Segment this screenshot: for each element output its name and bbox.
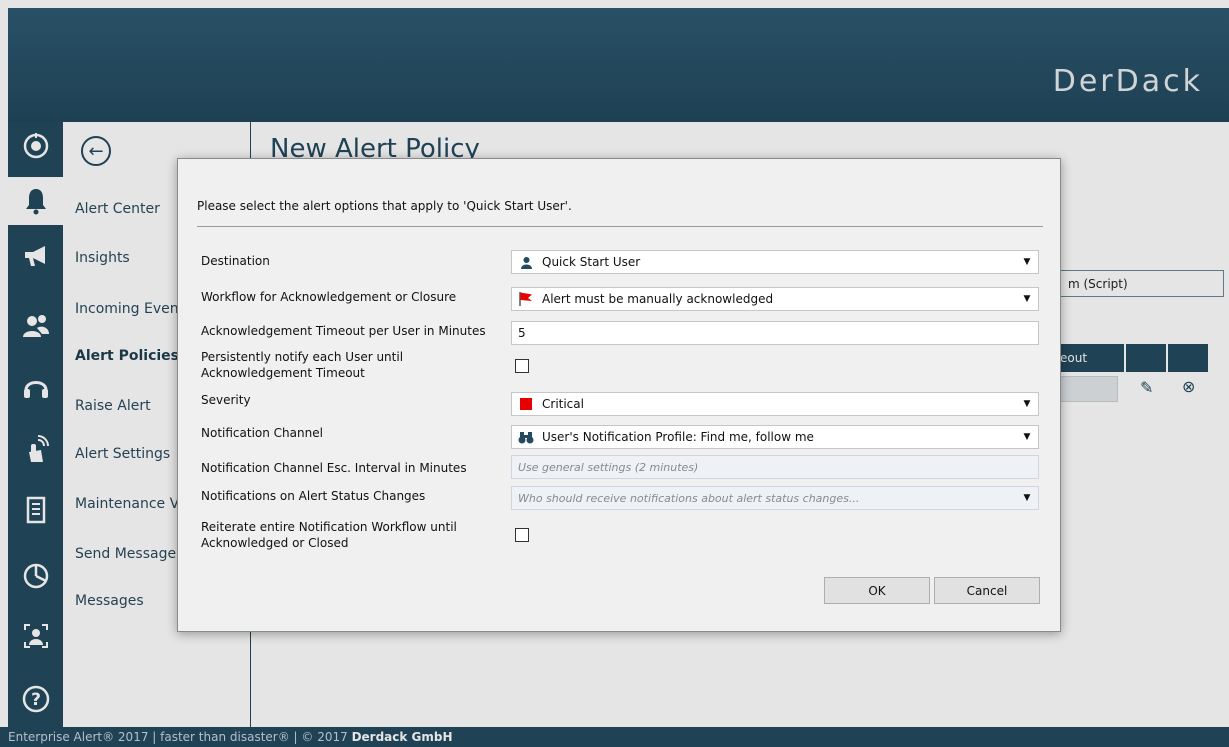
severity-value: Critical — [542, 397, 584, 411]
channel-label: Notification Channel — [201, 426, 323, 440]
channel-select[interactable]: User's Notification Profile: Find me, fo… — [511, 425, 1039, 449]
destination-select[interactable]: Quick Start User ▼ — [511, 250, 1039, 274]
workflow-select[interactable]: Alert must be manually acknowledged ▼ — [511, 287, 1039, 311]
severity-select[interactable]: Critical ▼ — [511, 392, 1039, 416]
ok-button[interactable]: OK — [824, 577, 930, 604]
status-changes-label: Notifications on Alert Status Changes — [201, 489, 426, 503]
chevron-down-icon[interactable]: ▼ — [1016, 251, 1038, 273]
chevron-down-icon[interactable]: ▼ — [1016, 426, 1038, 448]
channel-interval-label: Notification Channel Esc. Interval in Mi… — [201, 461, 467, 475]
chevron-down-icon[interactable]: ▼ — [1016, 393, 1038, 415]
reiterate-label: Reiterate entire Notification Workflow u… — [201, 520, 457, 550]
channel-value: User's Notification Profile: Find me, fo… — [542, 430, 814, 444]
persist-checkbox[interactable] — [515, 359, 529, 373]
ack-timeout-value: 5 — [518, 326, 526, 340]
destination-value: Quick Start User — [542, 255, 641, 269]
severity-label: Severity — [201, 393, 251, 407]
workflow-label: Workflow for Acknowledgement or Closure — [201, 290, 457, 304]
chevron-down-icon[interactable]: ▼ — [1016, 288, 1038, 310]
severity-square-icon — [518, 398, 534, 410]
flag-icon — [518, 291, 534, 307]
status-changes-select[interactable]: Who should receive notifications about a… — [511, 486, 1039, 510]
binoculars-icon — [518, 431, 534, 444]
status-changes-placeholder: Who should receive notifications about a… — [518, 491, 860, 505]
dialog-intro: Please select the alert options that app… — [197, 199, 572, 213]
chevron-down-icon[interactable]: ▼ — [1016, 487, 1038, 509]
user-icon — [518, 256, 534, 269]
divider — [197, 226, 1043, 227]
workflow-value: Alert must be manually acknowledged — [542, 292, 774, 306]
ack-timeout-label: Acknowledgement Timeout per User in Minu… — [201, 324, 486, 338]
channel-interval-input[interactable]: Use general settings (2 minutes) — [511, 455, 1039, 479]
alert-options-dialog: Please select the alert options that app… — [177, 158, 1061, 632]
ack-timeout-input[interactable]: 5 — [511, 321, 1039, 345]
persist-label: Persistently notify each User until Ackn… — [201, 350, 404, 380]
destination-label: Destination — [201, 254, 270, 268]
cancel-button[interactable]: Cancel — [934, 577, 1040, 604]
reiterate-checkbox[interactable] — [515, 528, 529, 542]
channel-interval-placeholder: Use general settings (2 minutes) — [518, 460, 699, 474]
